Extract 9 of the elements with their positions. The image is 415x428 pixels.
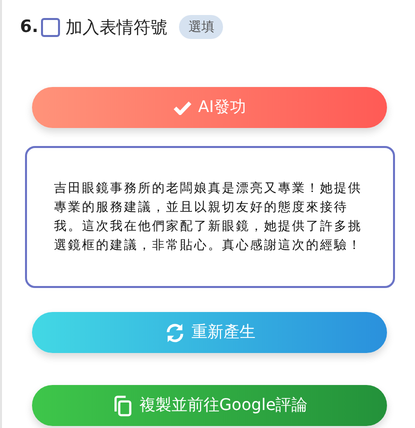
checkbox[interactable] — [41, 18, 60, 36]
optional-badge: 選填 — [179, 15, 224, 39]
generate-button[interactable]: AI發功 — [32, 87, 387, 128]
copy-button[interactable]: 複製並前往Google評論 — [32, 385, 387, 426]
question-label: 加入表情符號 — [65, 16, 168, 38]
check-icon — [173, 100, 192, 115]
question-number: 6. — [20, 17, 38, 37]
review-textarea[interactable]: 吉田眼鏡事務所的老闆娘真是漂亮又專業！她提供專業的服務建議，並且以親切友好的態度來接待我。這次我在他們家配了新眼鏡，她提供了許多挑選鏡框的建議，非常貼心。真心感謝這次的經驗！ — [25, 146, 395, 288]
regenerate-button[interactable]: 重新產生 — [32, 312, 387, 353]
